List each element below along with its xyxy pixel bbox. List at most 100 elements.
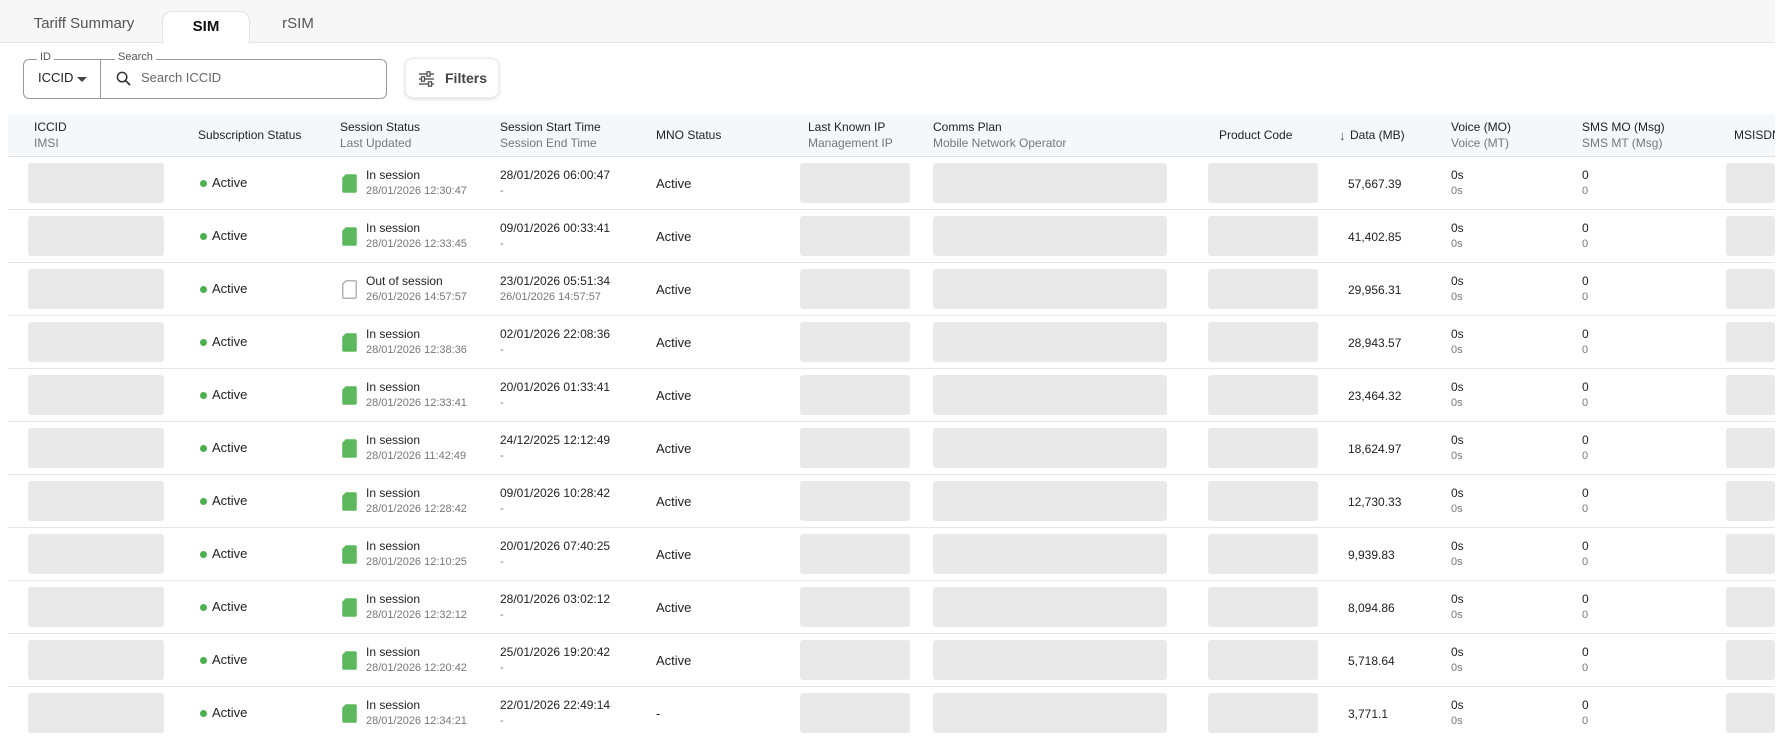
iccid-redacted[interactable] [28,163,164,203]
iccid-redacted[interactable] [28,693,164,733]
sms-usage: 00 [1582,380,1589,409]
sliders-icon[interactable] [418,71,435,87]
table-row[interactable]: Active In session 28/01/2026 12:10:25 20/01… [8,528,1775,581]
col-header-sms[interactable]: SMS MO (Msg) SMS MT (Msg) [1582,119,1665,151]
iccid-redacted[interactable] [28,481,164,521]
mno-status: Active [656,494,692,509]
comms-plan-redacted [933,428,1167,468]
subscription-status: Active [212,493,248,508]
search-icon [116,71,131,86]
iccid-redacted[interactable] [28,534,164,574]
chevron-down-icon[interactable] [77,77,87,82]
voice-usage: 0s 0s [1451,327,1464,356]
data-usage: 41,402.85 [1348,230,1402,244]
data-usage: 8,094.86 [1348,601,1395,615]
col-header-mno-status[interactable]: MNO Status [656,127,721,143]
voice-usage: 0s 0s [1451,221,1464,250]
tab-rsim[interactable]: rSIM [270,12,326,43]
table-row[interactable]: Active In session 28/01/2026 12:33:41 20/01… [8,369,1775,422]
msisdn-redacted [1726,481,1775,521]
tab-tariff-summary[interactable]: Tariff Summary [22,12,146,43]
col-header-iccid[interactable]: ICCID IMSI [34,119,67,151]
status-dot-icon [200,392,207,399]
session-times: 20/01/2026 01:33:41- [500,380,611,409]
mno-status: Active [656,441,692,456]
voice-usage: 0s 0s [1451,380,1464,409]
sms-usage: 00 [1582,486,1589,515]
table-row[interactable]: Active In session 28/01/2026 12:28:42 09/01… [8,475,1775,528]
sms-usage: 00 [1582,592,1589,621]
col-header-subscription-status[interactable]: Subscription Status [198,127,301,143]
product-code-redacted [1208,269,1318,309]
msisdn-redacted [1726,587,1775,627]
sms-usage: 00 [1582,274,1589,303]
table-row[interactable]: Active In session 28/01/2026 11:42:49 24/12… [8,422,1775,475]
product-code-redacted [1208,481,1318,521]
iccid-redacted[interactable] [28,587,164,627]
sim-card-icon [342,545,357,564]
voice-usage: 0s 0s [1451,698,1464,727]
table-row[interactable]: Active In session 28/01/2026 12:20:42 25/01… [8,634,1775,687]
iccid-redacted[interactable] [28,428,164,468]
product-code-redacted [1208,216,1318,256]
sim-card-icon [342,227,357,246]
sim-card-icon [342,174,357,193]
iccid-redacted[interactable] [28,269,164,309]
col-header-session-start-time[interactable]: Session Start Time Session End Time [500,119,601,151]
comms-plan-redacted [933,269,1167,309]
sms-usage: 00 [1582,168,1589,197]
col-header-product-code[interactable]: Product Code [1219,127,1292,143]
iccid-redacted[interactable] [28,216,164,256]
col-header-last-known-ip[interactable]: Last Known IP Management IP [808,119,893,151]
sim-card-icon [342,704,357,723]
session-status: In session 28/01/2026 11:42:49 [366,433,467,462]
filters-button-label[interactable]: Filters [445,70,487,86]
comms-plan-redacted [933,163,1167,203]
voice-usage: 0s 0s [1451,486,1464,515]
session-status: In session 28/01/2026 12:30:47 [366,168,467,197]
msisdn-redacted [1726,163,1775,203]
iccid-redacted[interactable] [28,322,164,362]
sms-usage: 00 [1582,327,1589,356]
sort-descending-icon[interactable]: ↓ [1339,128,1346,143]
data-usage: 23,464.32 [1348,389,1402,403]
id-select-value[interactable]: ICCID [38,70,73,85]
iccid-redacted[interactable] [28,640,164,680]
data-usage: 28,943.57 [1348,336,1402,350]
session-status: In session 28/01/2026 12:20:42 [366,645,467,674]
session-times: 09/01/2026 00:33:41- [500,221,611,250]
session-times: 20/01/2026 07:40:25- [500,539,611,568]
table-row[interactable]: Active In session 28/01/2026 12:34:21 22/01… [8,687,1775,736]
table-row[interactable]: Active In session 28/01/2026 12:38:36 02/01… [8,316,1775,369]
msisdn-redacted [1726,269,1775,309]
msisdn-redacted [1726,428,1775,468]
col-header-session-status[interactable]: Session Status Last Updated [340,119,420,151]
session-times: 02/01/2026 22:08:36- [500,327,611,356]
sim-card-icon [342,651,357,670]
tab-sim[interactable]: SIM [162,11,250,44]
voice-usage: 0s 0s [1451,539,1464,568]
status-dot-icon [200,286,207,293]
product-code-redacted [1208,534,1318,574]
session-status: In session 28/01/2026 12:28:42 [366,486,467,515]
msisdn-redacted [1726,640,1775,680]
comms-plan-redacted [933,322,1167,362]
table-row[interactable]: Active In session 28/01/2026 12:32:12 28/01… [8,581,1775,634]
col-header-comms-plan[interactable]: Comms Plan Mobile Network Operator [933,119,1066,151]
mno-status: Active [656,282,692,297]
table-row[interactable]: Active In session 28/01/2026 12:30:47 28/01… [8,157,1775,210]
mno-status: Active [656,335,692,350]
comms-plan-redacted [933,375,1167,415]
search-placeholder[interactable]: Search ICCID [141,70,221,85]
voice-usage: 0s 0s [1451,168,1464,197]
col-header-voice[interactable]: Voice (MO) Voice (MT) [1451,119,1511,151]
table-row[interactable]: Active Out of session 26/01/2026 14:57:57 2… [8,263,1775,316]
table-row[interactable]: Active In session 28/01/2026 12:33:45 09/01… [8,210,1775,263]
sim-card-icon [342,280,357,299]
status-dot-icon [200,551,207,558]
iccid-redacted[interactable] [28,375,164,415]
col-header-msisdn[interactable]: MSISDN [1734,127,1775,143]
ip-redacted [800,428,910,468]
comms-plan-redacted [933,534,1167,574]
col-header-data[interactable]: Data (MB) [1350,127,1405,143]
